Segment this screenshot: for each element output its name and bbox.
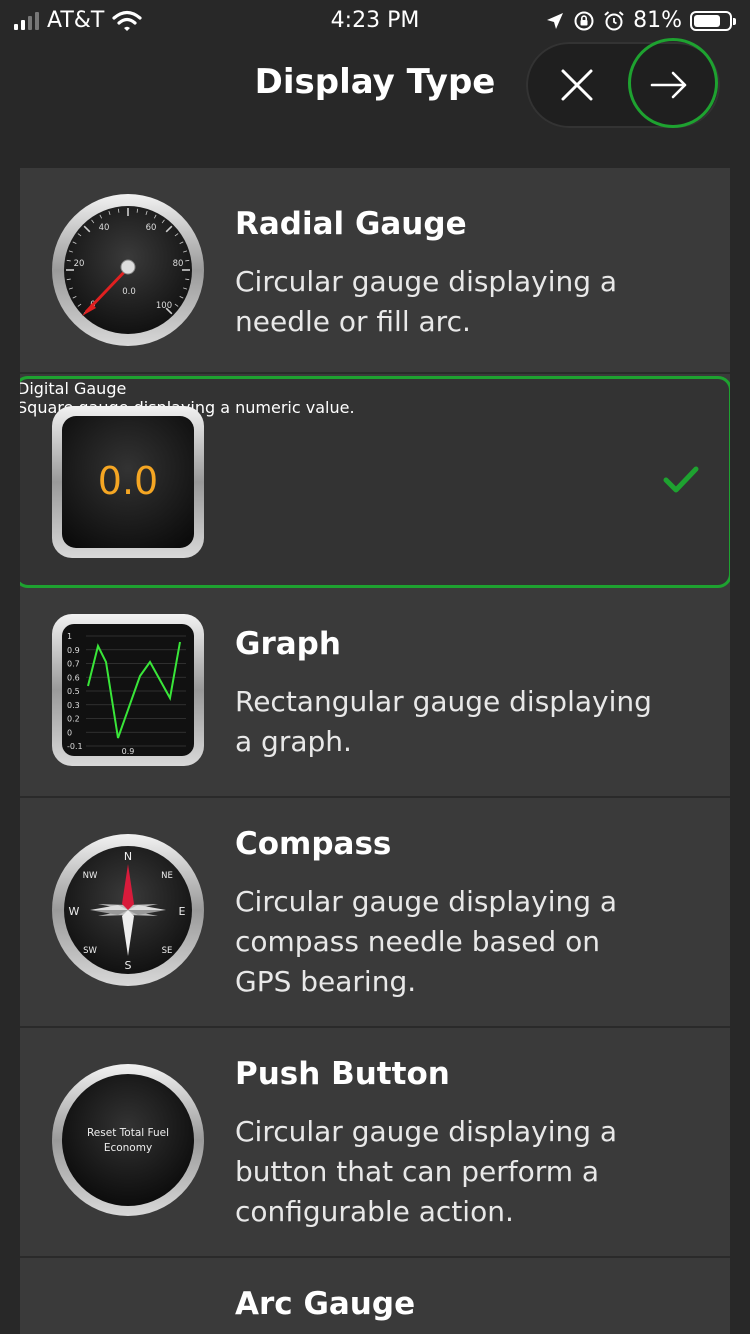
status-bar: AT&T 4:23 PM 81% [0,0,750,42]
list-item-graph[interactable]: 1 0.9 0.7 0.6 0.5 0.3 0.2 0 -0.1 0.9 Graph Recta… [20,588,730,798]
tick-label: 40 [99,223,110,233]
item-description: Rectangular gauge displaying a graph. [235,685,652,758]
close-button[interactable] [534,46,620,124]
compass-thumbnail: N S W E NW NE SW SE [52,834,204,986]
push-button-thumbnail: Reset Total Fuel Economy [52,1064,204,1216]
tick-label: 60 [146,223,157,233]
compass-ne: NE [161,871,173,881]
item-title: Radial Gauge [235,206,467,242]
graph-thumbnail: 1 0.9 0.7 0.6 0.5 0.3 0.2 0 -0.1 0.9 [52,614,204,766]
item-title: Compass [235,826,392,862]
digital-value: 0.0 [98,459,158,503]
graph-y-label: 0.5 [67,687,80,696]
item-description: Circular gauge displaying a needle or fi… [235,265,618,338]
push-button-label: Reset Total Fuel Economy [86,1127,170,1154]
tick-label: 100 [156,301,172,311]
graph-y-label: 0.7 [67,660,80,669]
battery-icon [690,10,736,31]
tick-label: 80 [173,259,184,269]
graph-y-label: 0.9 [67,646,80,655]
list-item-push-button[interactable]: Reset Total Fuel Economy Push Button Cir… [20,1028,730,1258]
compass-w: W [69,905,80,918]
compass-s: S [125,959,132,972]
compass-sw: SW [83,946,97,956]
display-type-list[interactable]: 40 60 20 80 100 0 0.0 Radial Gauge Circu… [20,168,730,1334]
list-item-radial-gauge[interactable]: 40 60 20 80 100 0 0.0 Radial Gauge Circu… [20,168,730,374]
alarm-icon [604,10,624,30]
graph-x-label: 0.9 [122,747,135,756]
battery-percent: 81% [633,8,682,33]
status-right-group: 81% [545,8,736,33]
radial-gauge-thumbnail: 40 60 20 80 100 0 0.0 [52,194,204,346]
location-arrow-icon [547,12,564,29]
item-description: Circular gauge displaying a compass need… [235,885,618,998]
list-item-arc-gauge[interactable]: Arc Gauge [20,1258,730,1334]
next-button-highlight [628,38,718,128]
compass-se: SE [162,946,173,956]
tick-label: 20 [74,259,85,269]
item-title: Graph [235,626,341,662]
compass-nw: NW [83,871,98,881]
item-title: Arc Gauge [235,1286,416,1322]
item-title: Digital Gauge [20,379,127,398]
graph-y-label: 0.3 [67,701,80,710]
digital-gauge-thumbnail: 0.0 [52,406,204,558]
list-item-compass[interactable]: N S W E NW NE SW SE Compass Circular gau… [20,798,730,1028]
compass-e: E [179,905,186,918]
graph-y-label: 0 [67,728,72,737]
list-item-digital-gauge[interactable]: 0.0 Digital Gauge Square gauge displayin… [20,376,730,588]
graph-y-label: -0.1 [67,742,83,751]
compass-n: N [124,850,132,863]
graph-y-label: 0.2 [67,715,80,724]
checkmark-icon [663,466,699,493]
rotation-lock-icon [574,11,594,30]
graph-y-label: 1 [67,632,72,641]
item-description: Circular gauge displaying a button that … [235,1115,618,1228]
gauge-value: 0.0 [122,287,136,297]
graph-y-label: 0.6 [67,673,80,682]
item-title: Push Button [235,1056,450,1092]
close-icon [561,69,593,101]
